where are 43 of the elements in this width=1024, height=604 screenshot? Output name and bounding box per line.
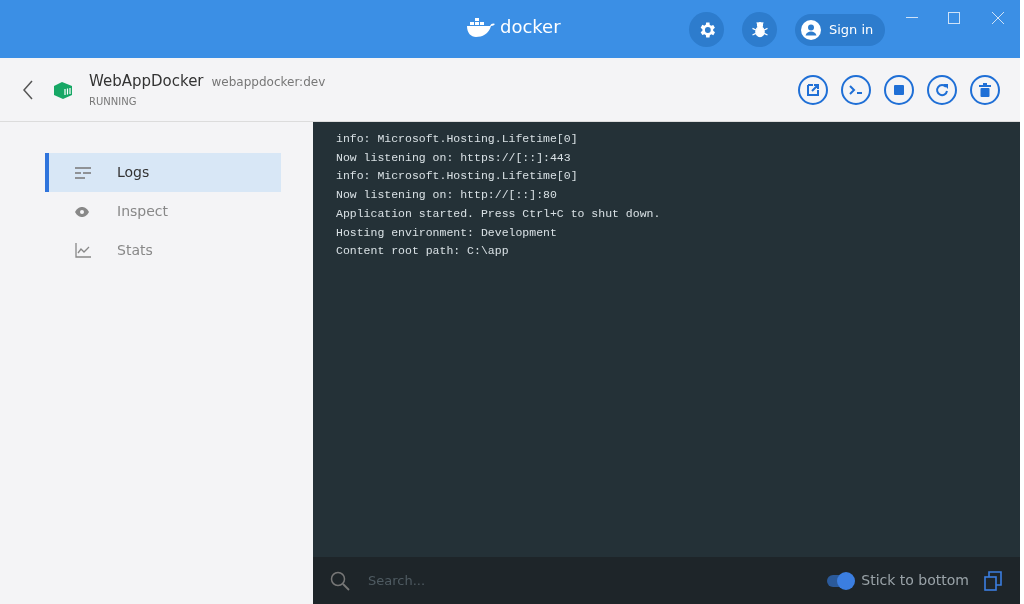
log-line: info: Microsoft.Hosting.Lifetime[0]: [336, 131, 578, 147]
sign-in-button[interactable]: Sign in: [795, 14, 886, 46]
search-icon: [330, 570, 350, 591]
eye-icon: [75, 206, 89, 217]
log-line: Application started. Press Ctrl+C to shut down.: [336, 205, 661, 222]
copy-icon: [984, 570, 1002, 591]
stop-button[interactable]: [884, 74, 914, 105]
bug-button[interactable]: [742, 12, 777, 47]
close-icon: [992, 12, 1004, 24]
status-text: RUNNING: [89, 94, 138, 109]
user-icon: [801, 20, 821, 40]
sidebar-item[interactable]: Inspect: [45, 192, 281, 231]
restart-icon: [935, 82, 949, 97]
logo-text: docker: [500, 18, 561, 36]
settings-button[interactable]: [689, 12, 724, 47]
sidebar-item[interactable]: Stats: [45, 231, 281, 270]
stop-icon: [894, 84, 904, 95]
cli-button[interactable]: [841, 74, 871, 105]
maximize-icon: [948, 12, 960, 24]
back-icon: [23, 79, 33, 100]
log-line: Hosting environment: Development: [336, 224, 557, 241]
log-line: Now listening on: http://[::]:80: [336, 187, 557, 204]
external-link-icon: [806, 82, 820, 97]
search-field[interactable]: Search...: [368, 570, 668, 591]
bug-icon: [749, 19, 770, 40]
log-line: Now listening on: https://[::]:443: [336, 149, 571, 166]
lines-icon: [75, 166, 91, 179]
restart-button[interactable]: [927, 74, 957, 105]
log-line: Content root path: C:\app: [336, 243, 509, 260]
container-name: WebAppDocker: [89, 71, 204, 93]
whale-logo-icon: [466, 16, 496, 38]
line-chart-icon: [75, 243, 91, 258]
open-browser-button[interactable]: [798, 74, 828, 105]
container-icon: [52, 80, 74, 99]
log-line: info: Microsoft.Hosting.Lifetime[0]: [336, 168, 578, 185]
delete-button[interactable]: [970, 74, 1000, 105]
terminal-icon: [849, 84, 863, 95]
sidebar-item[interactable]: Logs: [45, 153, 281, 192]
image-tag: webappdocker:dev: [211, 73, 326, 92]
trash-icon: [979, 82, 991, 97]
stick-to-bottom-toggle[interactable]: Stick to bottom: [827, 570, 969, 591]
copy-button[interactable]: [983, 569, 1003, 592]
minimize-icon: [906, 17, 918, 19]
